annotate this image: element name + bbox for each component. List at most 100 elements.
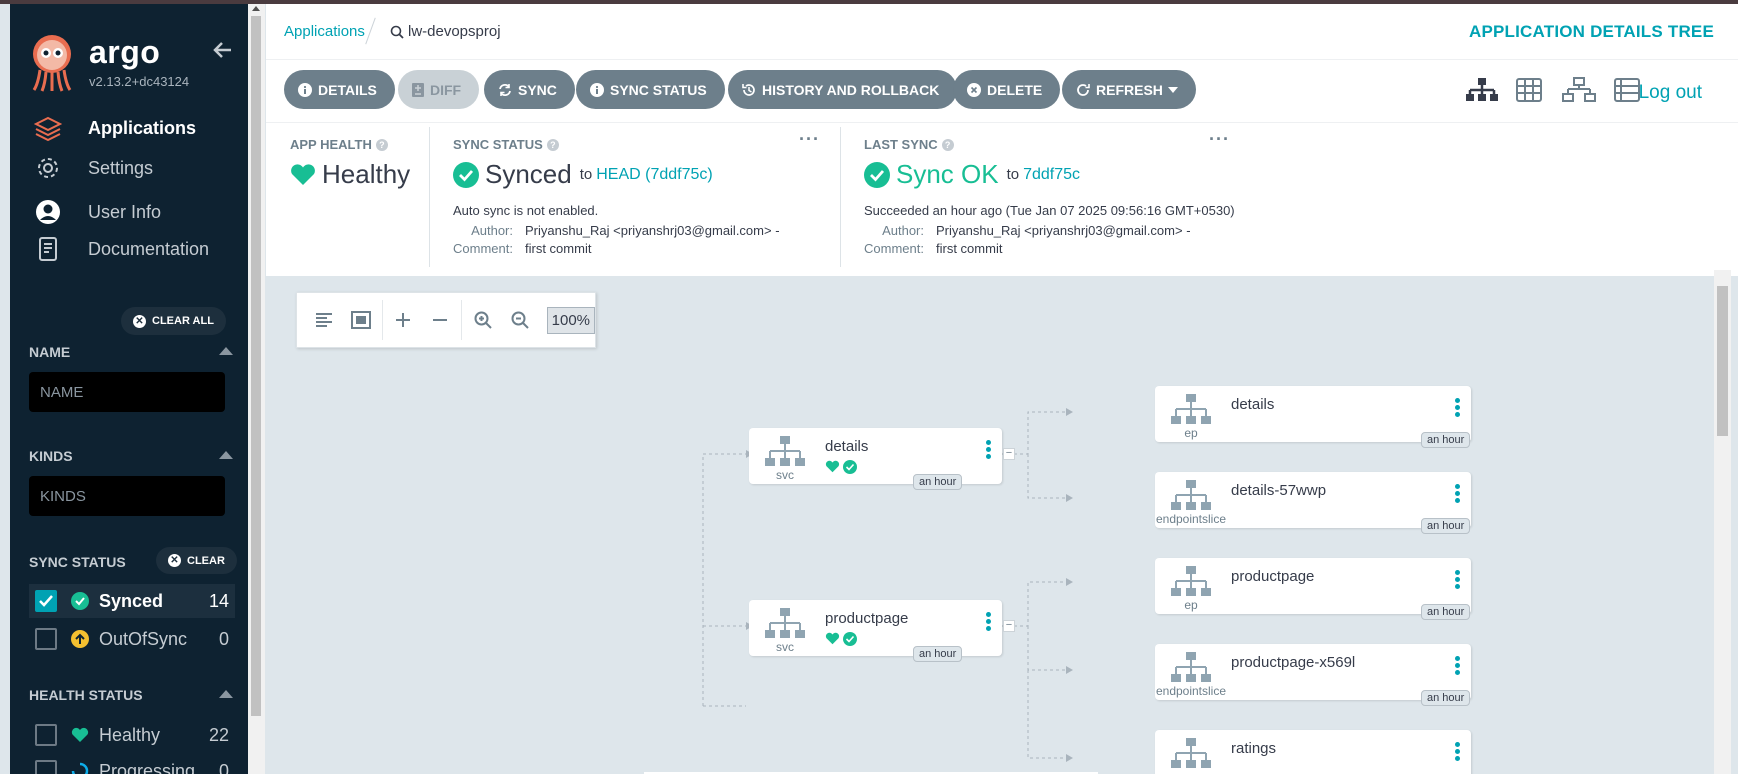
sync-author-row: Author: Priyanshu_Raj <priyanshrj03@gmai…	[441, 223, 780, 238]
node-menu-icon[interactable]	[1455, 656, 1461, 678]
clear-all-label: CLEAR ALL	[152, 315, 214, 327]
collapse-triangle-icon[interactable]	[219, 347, 233, 355]
nav-label: User Info	[88, 201, 162, 222]
filter-label: OutOfSync	[99, 628, 188, 649]
sync-button[interactable]: SYNC	[484, 70, 575, 109]
name-filter-input[interactable]	[29, 372, 225, 412]
resource-name: productpage	[825, 610, 909, 627]
node-menu-icon[interactable]	[1455, 484, 1461, 506]
history-and-rollback-button[interactable]: HISTORY AND ROLLBACK	[728, 70, 958, 109]
zoom-in-icon[interactable]	[464, 301, 501, 339]
graph-toolbar: 100%	[296, 292, 596, 348]
checkbox-checked[interactable]	[35, 590, 57, 612]
info-circle-icon	[298, 82, 312, 97]
checkbox-unchecked[interactable]	[35, 760, 57, 774]
node-menu-icon[interactable]	[986, 440, 992, 462]
pods-grid-view-icon[interactable]	[1516, 78, 1542, 102]
filter-name-header[interactable]: NAME	[29, 344, 233, 360]
author-value: Priyanshu_Raj <priyanshrj03@gmail.com> -	[525, 223, 780, 238]
resource-name: productpage	[1231, 568, 1315, 585]
node-menu-icon[interactable]	[1455, 742, 1461, 764]
revision-link[interactable]: 7ddf75c	[1023, 166, 1080, 184]
node-menu-icon[interactable]	[1455, 398, 1461, 420]
health-sync-icons	[825, 460, 857, 474]
filter-healthy[interactable]: Healthy 22	[29, 718, 235, 752]
filter-synced[interactable]: Synced 14	[29, 584, 235, 618]
network-view-icon[interactable]	[1562, 77, 1596, 103]
list-view-icon[interactable]	[1614, 78, 1640, 102]
info-circle-icon	[590, 82, 604, 97]
close-circle-icon: ✕	[133, 314, 146, 328]
heart-icon	[71, 726, 89, 744]
collapse-node-toggle[interactable]: −	[1003, 448, 1015, 460]
more-options-icon[interactable]: ···	[1209, 129, 1230, 150]
resource-kind: endpointslice	[1155, 684, 1227, 698]
scrollbar-thumb[interactable]	[251, 16, 261, 716]
refresh-dropdown-button[interactable]: REFRESH	[1062, 70, 1196, 109]
view-switcher	[1466, 70, 1640, 110]
resource-name: productpage-x569l	[1231, 654, 1356, 671]
nav-applications[interactable]: Applications	[34, 112, 244, 144]
clear-all-button[interactable]: ✕ CLEAR ALL	[121, 307, 226, 335]
node-menu-icon[interactable]	[1455, 570, 1461, 592]
help-icon[interactable]: ?	[941, 138, 954, 151]
age-badge: an hour	[1421, 604, 1471, 620]
node-menu-icon[interactable]	[986, 612, 992, 634]
breadcrumb-current-label: lw-devopsproj	[408, 23, 501, 40]
button-label: REFRESH	[1096, 81, 1163, 98]
nav-settings[interactable]: Settings	[34, 152, 244, 184]
endpoint-network-icon	[1171, 394, 1211, 424]
graph-scrollbar[interactable]	[1714, 270, 1731, 774]
section-title: SYNC STATUS	[453, 137, 543, 152]
collapse-all-minus-icon[interactable]	[422, 301, 459, 339]
app-health-value: Healthy	[290, 159, 410, 190]
checkbox-unchecked[interactable]	[35, 724, 57, 746]
more-options-icon[interactable]: ···	[799, 129, 820, 150]
divider	[429, 127, 430, 267]
resource-node-svc-details[interactable]: svc details	[749, 428, 1002, 484]
filter-outofsync[interactable]: OutOfSync 0	[29, 622, 235, 656]
status-panel: APP HEALTH ? Healthy SYNC STATUS ? ··· S…	[266, 122, 1738, 276]
graph-edges	[644, 408, 1098, 774]
service-network-icon	[765, 608, 805, 638]
scroll-up-arrow-icon[interactable]	[252, 6, 260, 11]
expand-all-plus-icon[interactable]	[385, 301, 422, 339]
checkbox-unchecked[interactable]	[35, 628, 57, 650]
nav-documentation[interactable]: Documentation	[34, 233, 244, 265]
clear-sync-status-button[interactable]: ✕ CLEAR	[156, 547, 237, 574]
author-value: Priyanshu_Raj <priyanshrj03@gmail.com> -	[936, 223, 1191, 238]
filter-health-status-header[interactable]: HEALTH STATUS	[29, 687, 233, 703]
breadcrumb-current[interactable]: lw-devopsproj	[390, 23, 501, 40]
nav-label: Documentation	[88, 238, 210, 259]
diff-button[interactable]: DIFF	[398, 70, 480, 109]
help-icon[interactable]: ?	[375, 138, 388, 151]
kinds-filter-input[interactable]	[29, 476, 225, 516]
resource-name: details	[825, 438, 869, 455]
details-button[interactable]: DETAILS	[284, 70, 395, 109]
logout-link[interactable]: Log out	[1639, 82, 1702, 104]
revision-link[interactable]: HEAD (7ddf75c)	[596, 166, 713, 184]
help-icon[interactable]: ?	[546, 138, 559, 151]
collapse-triangle-icon[interactable]	[219, 690, 233, 698]
align-left-icon[interactable]	[305, 301, 342, 339]
resource-node-svc-productpage[interactable]: svc productpage	[749, 600, 1002, 656]
tree-view-icon[interactable]	[1466, 78, 1498, 102]
collapse-node-toggle[interactable]: −	[1003, 620, 1015, 632]
zoom-out-icon[interactable]	[501, 301, 538, 339]
collapse-sidebar-arrow-icon[interactable]	[211, 38, 235, 62]
delete-button[interactable]: DELETE	[953, 70, 1061, 109]
fit-screen-icon[interactable]	[342, 301, 379, 339]
endpoint-network-icon	[1171, 738, 1211, 768]
scrollbar-thumb[interactable]	[1717, 286, 1728, 436]
sync-comment-row: Comment: first commit	[441, 241, 591, 256]
filter-progressing[interactable]: Progressing 0	[29, 754, 235, 774]
breadcrumb-applications-link[interactable]: Applications	[284, 23, 365, 40]
resource-node-ep-ratings[interactable]: ratings	[1155, 730, 1471, 774]
sync-text: Synced	[485, 159, 572, 189]
filter-title: SYNC STATUS	[29, 554, 126, 570]
collapse-triangle-icon[interactable]	[219, 451, 233, 459]
filter-kinds-header[interactable]: KINDS	[29, 448, 233, 464]
nav-user-info[interactable]: User Info	[34, 196, 244, 228]
sidebar-scrollbar[interactable]	[248, 4, 265, 774]
sync-status-button[interactable]: SYNC STATUS	[576, 70, 725, 109]
